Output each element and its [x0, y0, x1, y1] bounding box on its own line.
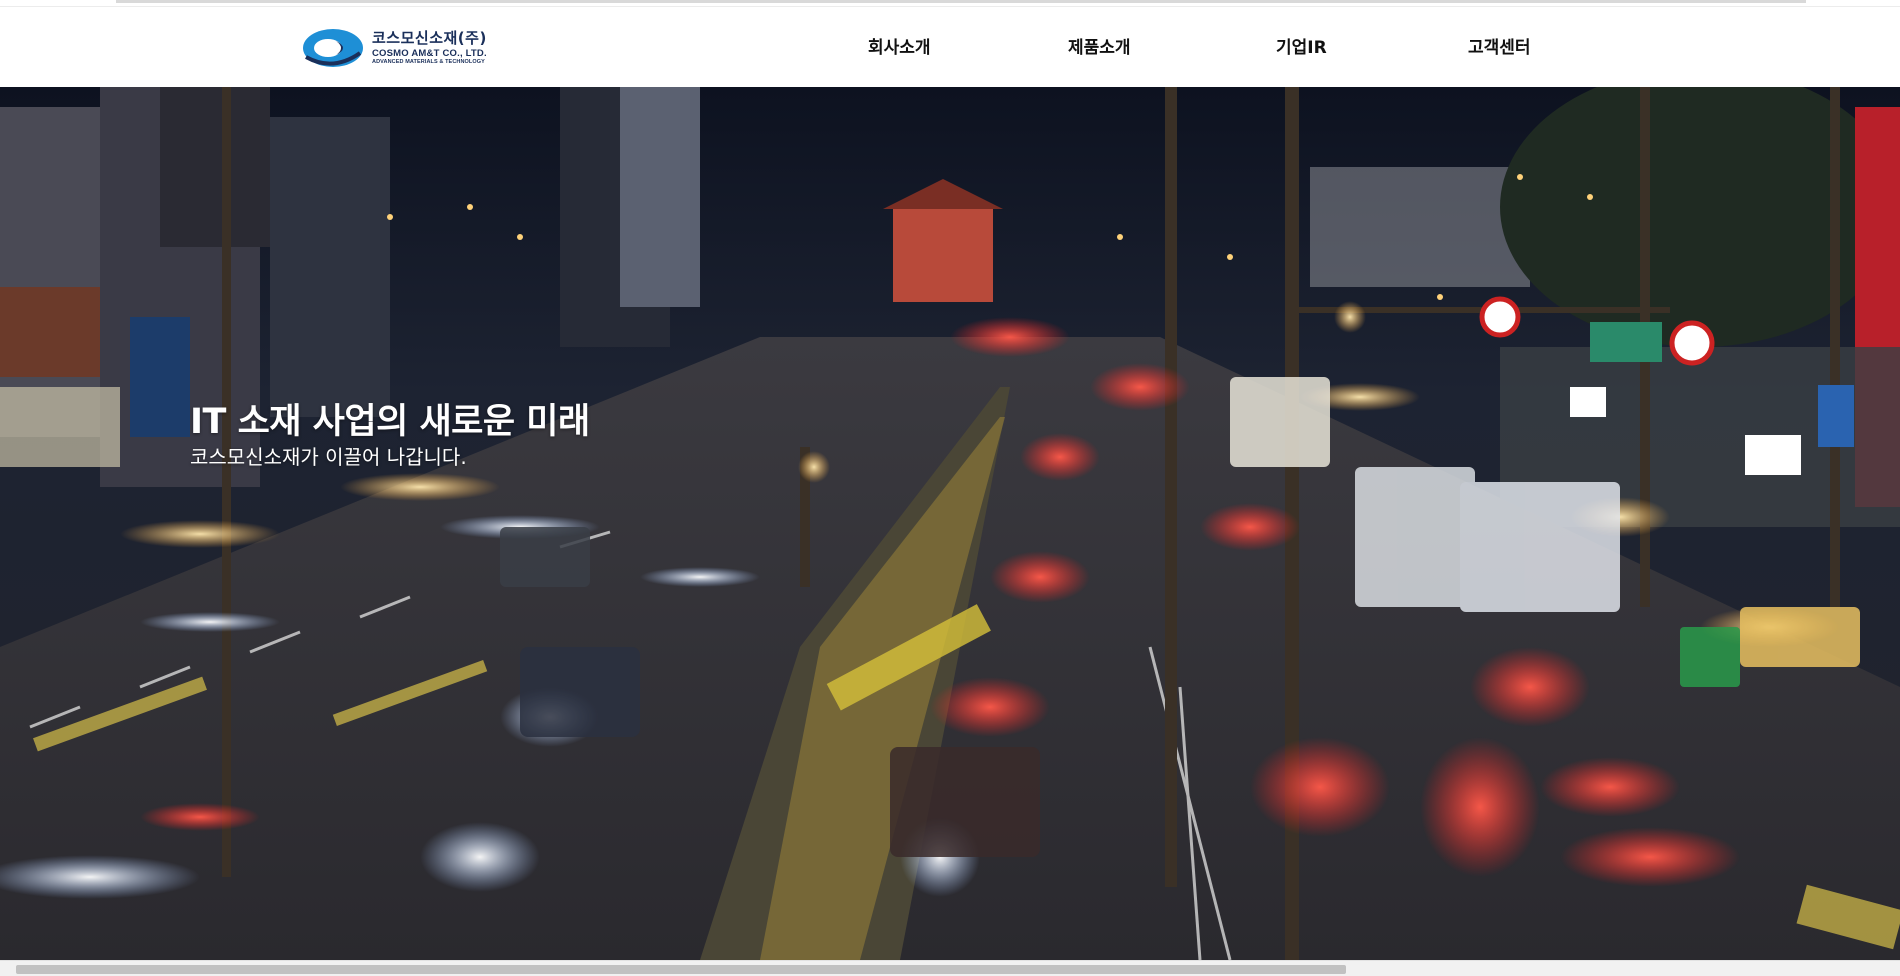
nav-item-support[interactable]: 고객센터	[1468, 33, 1531, 61]
horizontal-scrollbar[interactable]	[0, 960, 1900, 976]
nav-item-ir[interactable]: 기업IR	[1276, 33, 1327, 61]
hero-banner: IT 소재 사업의 새로운 미래 코스모신소재가 이끌어 나갑니다.	[0, 87, 1900, 960]
hero-title: IT 소재 사업의 새로운 미래	[190, 402, 590, 442]
main-nav: 회사소개 제품소개 기업IR 고객센터	[0, 7, 1900, 87]
nav-item-company[interactable]: 회사소개	[868, 33, 931, 61]
hero-image	[0, 87, 1900, 960]
top-strip-bar	[116, 0, 1806, 3]
hero-subtitle: 코스모신소재가 이끌어 나갑니다.	[190, 445, 467, 469]
site-header: 코스모신소재(주) COSMO AM&T CO., LTD. ADVANCED …	[0, 7, 1900, 87]
scrollbar-thumb[interactable]	[16, 965, 1346, 974]
nav-item-products[interactable]: 제품소개	[1068, 33, 1131, 61]
